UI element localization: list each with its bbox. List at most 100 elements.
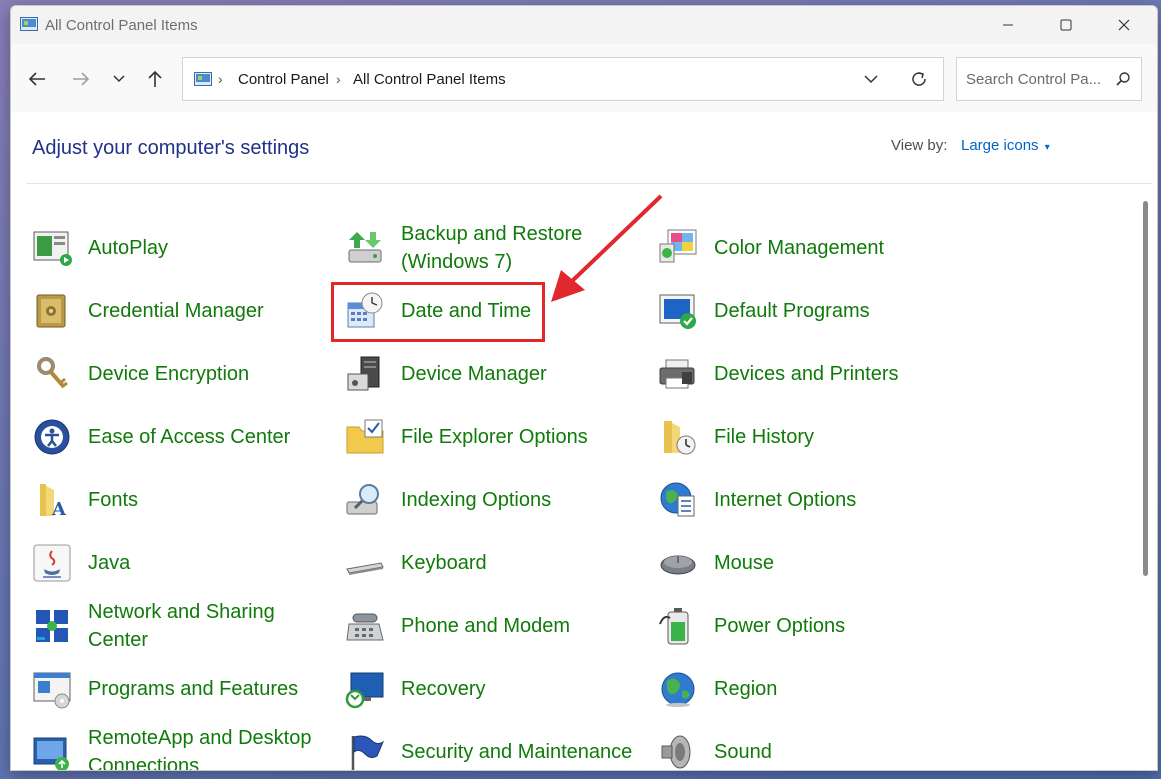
file-history-icon — [664, 421, 696, 455]
scrollbar-thumb[interactable] — [1143, 201, 1148, 576]
item-network-sharing[interactable]: Network and Sharing Center — [32, 598, 342, 654]
annotation-arrow-icon — [551, 194, 663, 302]
credential-safe-icon — [36, 294, 66, 328]
item-label: File Explorer Options — [401, 426, 588, 448]
recent-locations-button[interactable] — [105, 65, 133, 93]
item-keyboard[interactable]: Keyboard — [345, 535, 655, 591]
chevron-down-icon[interactable] — [863, 74, 879, 84]
item-label: Programs and Features — [88, 678, 299, 700]
item-file-history[interactable]: File History — [658, 409, 968, 465]
item-device-manager[interactable]: Device Manager — [345, 346, 655, 402]
minimize-icon — [1003, 24, 1013, 26]
search-icon[interactable] — [1115, 71, 1131, 87]
vertical-scrollbar[interactable] — [1141, 201, 1149, 576]
window-title: All Control Panel Items — [45, 17, 198, 34]
chevron-down-icon — [113, 75, 125, 83]
item-label: Device Encryption — [88, 363, 250, 385]
item-color-management[interactable]: Color Management — [658, 220, 968, 276]
forward-button[interactable] — [67, 65, 95, 93]
item-label: Power Options — [714, 615, 846, 637]
item-autoplay[interactable]: AutoPlay — [32, 220, 342, 276]
item-file-explorer-options[interactable]: File Explorer Options — [345, 409, 655, 465]
item-sound[interactable]: Sound — [658, 724, 968, 770]
item-label: Default Programs — [714, 300, 870, 322]
breadcrumb-all-items[interactable]: All Control Panel Items — [353, 71, 506, 88]
battery-icon — [659, 608, 689, 645]
page-heading: Adjust your computer's settings — [32, 137, 310, 159]
item-label: Phone and Modem — [401, 615, 571, 637]
item-label: Keyboard — [401, 552, 487, 574]
up-button[interactable] — [141, 65, 169, 93]
arrow-up-icon — [148, 70, 162, 87]
view-by-label: View by: — [891, 137, 948, 154]
globe-icon — [660, 482, 695, 517]
search-input[interactable]: Search Control Pa... — [966, 71, 1101, 88]
item-mouse[interactable]: Mouse — [658, 535, 968, 591]
programs-icon — [33, 672, 71, 709]
control-panel-icon — [20, 17, 38, 31]
ease-of-access-icon — [34, 419, 70, 455]
mouse-icon — [660, 555, 696, 575]
breadcrumb-control-panel[interactable]: Control Panel — [238, 71, 329, 88]
item-fonts[interactable]: A Fonts — [32, 472, 342, 528]
item-phone-modem[interactable]: Phone and Modem — [345, 598, 655, 654]
view-by-dropdown[interactable]: Large icons ▾ — [961, 137, 1050, 154]
item-label: Internet Options — [714, 489, 857, 511]
breadcrumb-separator-icon: › — [218, 71, 223, 87]
arrow-right-icon — [73, 72, 90, 86]
item-label: AutoPlay — [88, 237, 169, 259]
item-power-options[interactable]: Power Options — [658, 598, 968, 654]
keys-icon — [37, 357, 68, 389]
arrow-left-icon — [28, 72, 45, 86]
item-remoteapp[interactable]: RemoteApp and Desktop Connections — [32, 724, 342, 771]
item-label: Ease of Access Center — [88, 426, 291, 448]
item-label: Sound — [714, 741, 772, 763]
item-label: Indexing Options — [401, 489, 552, 511]
region-globe-icon — [661, 672, 695, 707]
item-label: Network and Sharing Center — [88, 601, 275, 651]
date-and-time-highlight-box — [331, 282, 545, 342]
item-devices-printers[interactable]: Devices and Printers — [658, 346, 968, 402]
view-by-value: Large icons — [961, 137, 1039, 154]
item-region[interactable]: Region — [658, 661, 968, 717]
control-panel-icon — [194, 72, 212, 86]
item-internet-options[interactable]: Internet Options — [658, 472, 968, 528]
recovery-icon — [345, 672, 384, 709]
item-label: Devices and Printers — [714, 363, 899, 385]
item-credential-manager[interactable]: Credential Manager — [32, 283, 342, 339]
item-indexing-options[interactable]: Indexing Options — [345, 472, 655, 528]
search-box[interactable]: Search Control Pa... — [956, 57, 1142, 101]
indexing-icon — [346, 484, 379, 515]
item-label: Mouse — [714, 552, 775, 574]
item-security-maintenance[interactable]: Security and Maintenance — [345, 724, 655, 770]
fonts-folder-icon: A — [40, 484, 67, 520]
item-recovery[interactable]: Recovery — [345, 661, 655, 717]
close-icon — [1118, 19, 1130, 31]
item-label: Java — [88, 552, 131, 574]
maximize-button[interactable] — [1037, 6, 1095, 44]
item-label: File History — [714, 426, 815, 448]
minimize-button[interactable] — [979, 6, 1037, 44]
folder-check-icon — [346, 419, 384, 454]
close-button[interactable] — [1095, 6, 1153, 44]
refresh-icon[interactable] — [909, 69, 929, 89]
back-button[interactable] — [23, 65, 51, 93]
item-device-encryption[interactable]: Device Encryption — [32, 346, 342, 402]
item-label: Security and Maintenance — [401, 741, 633, 763]
address-bar[interactable]: › Control Panel › All Control Panel Item… — [182, 57, 944, 101]
title-bar[interactable]: All Control Panel Items — [11, 6, 1157, 44]
backup-icon — [348, 232, 382, 263]
svg-text:A: A — [51, 499, 67, 520]
item-programs-features[interactable]: Programs and Features — [32, 661, 342, 717]
item-label: RemoteApp and Desktop Connections — [88, 727, 312, 771]
java-icon — [33, 544, 71, 582]
item-ease-of-access[interactable]: Ease of Access Center — [32, 409, 342, 465]
remote-desktop-icon — [33, 737, 69, 770]
item-label: Color Management — [714, 237, 885, 259]
item-default-programs[interactable]: Default Programs — [658, 283, 968, 339]
autoplay-icon — [33, 231, 72, 266]
header-divider — [26, 183, 1152, 184]
breadcrumb-separator-icon: › — [336, 71, 341, 87]
item-label: Device Manager — [401, 363, 547, 385]
item-java[interactable]: Java — [32, 535, 342, 591]
